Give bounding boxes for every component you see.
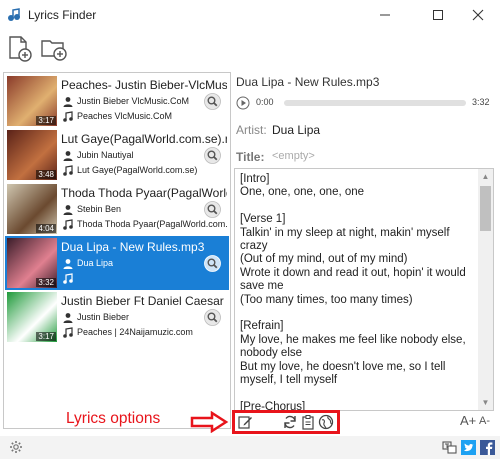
- audio-player: 0:00 3:32: [234, 95, 494, 111]
- add-file-button[interactable]: [4, 34, 34, 64]
- artist-person-icon: [62, 258, 74, 270]
- lyrics-scrollbar[interactable]: ▲ ▼: [478, 169, 493, 410]
- translate-icon[interactable]: [442, 440, 457, 455]
- song-title: Dua Lipa - New Rules.mp3: [61, 240, 205, 254]
- song-artist: Dua Lipa: [77, 258, 114, 268]
- title-label: Title:: [236, 150, 265, 164]
- search-lyrics-icon[interactable]: [204, 309, 221, 326]
- music-note-icon: [62, 111, 74, 123]
- annotation-label: Lyrics options: [66, 410, 161, 427]
- facebook-icon[interactable]: [480, 440, 495, 455]
- song-duration: 3:17: [36, 332, 56, 341]
- add-folder-button[interactable]: [38, 34, 68, 64]
- music-note-icon: [62, 273, 74, 285]
- song-album: Peaches VlcMusic.CoM: [77, 111, 173, 121]
- song-artist: Jubin Nautiyal: [77, 150, 134, 160]
- song-title: Peaches- Justin Bieber-VlcMusic.m...: [61, 78, 227, 92]
- seek-bar[interactable]: [284, 100, 466, 106]
- song-duration: 3:17: [36, 116, 56, 125]
- album-art: 4:04: [7, 184, 57, 234]
- app-logo-icon: [6, 7, 22, 23]
- song-album: Peaches | 24Naijamuzic.com: [77, 327, 193, 337]
- status-bar: [0, 436, 500, 459]
- edit-icon[interactable]: [237, 414, 253, 430]
- music-note-icon: [62, 219, 74, 231]
- song-artist: Justin Bieber VlcMusic.CoM: [77, 96, 190, 106]
- song-row[interactable]: 3:48 Lut Gaye(PagalWorld.com.se).mp3 Jubin…: [5, 128, 229, 182]
- settings-gear-icon[interactable]: [9, 440, 24, 455]
- minimize-button[interactable]: [362, 0, 408, 30]
- song-title: Thoda Thoda Pyaar(PagalWorld.com...: [61, 186, 227, 200]
- font-increase-button[interactable]: A+: [460, 413, 476, 428]
- song-row[interactable]: 3:17 Justin Bieber Ft Daniel Caesar Gi...…: [5, 290, 229, 344]
- scroll-thumb[interactable]: [480, 186, 491, 231]
- time-total: 3:32: [472, 97, 490, 107]
- add-file-icon: [5, 34, 33, 65]
- search-lyrics-icon[interactable]: [204, 147, 221, 164]
- artist-person-icon: [62, 312, 74, 324]
- artist-value[interactable]: Dua Lipa: [272, 123, 320, 137]
- window-title: Lyrics Finder: [28, 8, 97, 22]
- music-note-icon: [62, 165, 74, 177]
- annotation-arrow-icon: [190, 410, 230, 434]
- title-bar: Lyrics Finder: [0, 0, 500, 30]
- scroll-up-icon[interactable]: ▲: [478, 169, 493, 184]
- toolbar: [0, 30, 500, 70]
- selected-filename: Dua Lipa - New Rules.mp3: [236, 75, 380, 89]
- lyrics-textbox[interactable]: [Intro] One, one, one, one, one [Verse 1…: [234, 168, 494, 411]
- album-art: 3:17: [7, 76, 57, 126]
- artist-label: Artist:: [236, 123, 267, 137]
- artist-person-icon: [62, 96, 74, 108]
- song-title: Lut Gaye(PagalWorld.com.se).mp3: [61, 132, 227, 146]
- close-button[interactable]: [455, 0, 500, 30]
- song-duration: 3:32: [36, 278, 56, 287]
- song-list[interactable]: 3:17 Peaches- Justin Bieber-VlcMusic.m...…: [3, 72, 231, 429]
- song-duration: 3:48: [36, 170, 56, 179]
- song-artist: Justin Bieber: [77, 312, 130, 322]
- song-row[interactable]: 3:17 Peaches- Justin Bieber-VlcMusic.m...…: [5, 74, 229, 128]
- song-artist: Stebin Ben: [77, 204, 122, 214]
- search-lyrics-icon[interactable]: [204, 201, 221, 218]
- add-folder-icon: [39, 34, 67, 65]
- refresh-icon[interactable]: [282, 414, 298, 430]
- scroll-down-icon[interactable]: ▼: [478, 395, 493, 410]
- song-row[interactable]: 4:04 Thoda Thoda Pyaar(PagalWorld.com... S…: [5, 182, 229, 236]
- search-lyrics-icon[interactable]: [204, 255, 221, 272]
- time-elapsed: 0:00: [256, 97, 274, 107]
- album-art: 3:17: [7, 292, 57, 342]
- title-value[interactable]: <empty>: [272, 150, 315, 162]
- song-duration: 4:04: [36, 224, 56, 233]
- album-art: 3:48: [7, 130, 57, 180]
- song-album: Thoda Thoda Pyaar(PagalWorld.com.se): [77, 219, 227, 229]
- artist-person-icon: [62, 150, 74, 162]
- font-decrease-button[interactable]: A-: [479, 415, 490, 427]
- web-search-icon[interactable]: [318, 414, 334, 430]
- song-row[interactable]: 3:32 Dua Lipa - New Rules.mp3 Dua Lipa: [5, 236, 229, 290]
- song-title: Justin Bieber Ft Daniel Caesar Gi...: [61, 294, 227, 308]
- search-lyrics-icon[interactable]: [204, 93, 221, 110]
- music-note-icon: [62, 327, 74, 339]
- play-button[interactable]: [236, 96, 250, 110]
- artist-person-icon: [62, 204, 74, 216]
- clipboard-icon[interactable]: [300, 414, 316, 430]
- song-album: Lut Gaye(PagalWorld.com.se): [77, 165, 198, 175]
- lyrics-text[interactable]: [Intro] One, one, one, one, one [Verse 1…: [240, 173, 475, 410]
- twitter-icon[interactable]: [461, 440, 476, 455]
- album-art: 3:32: [7, 238, 57, 288]
